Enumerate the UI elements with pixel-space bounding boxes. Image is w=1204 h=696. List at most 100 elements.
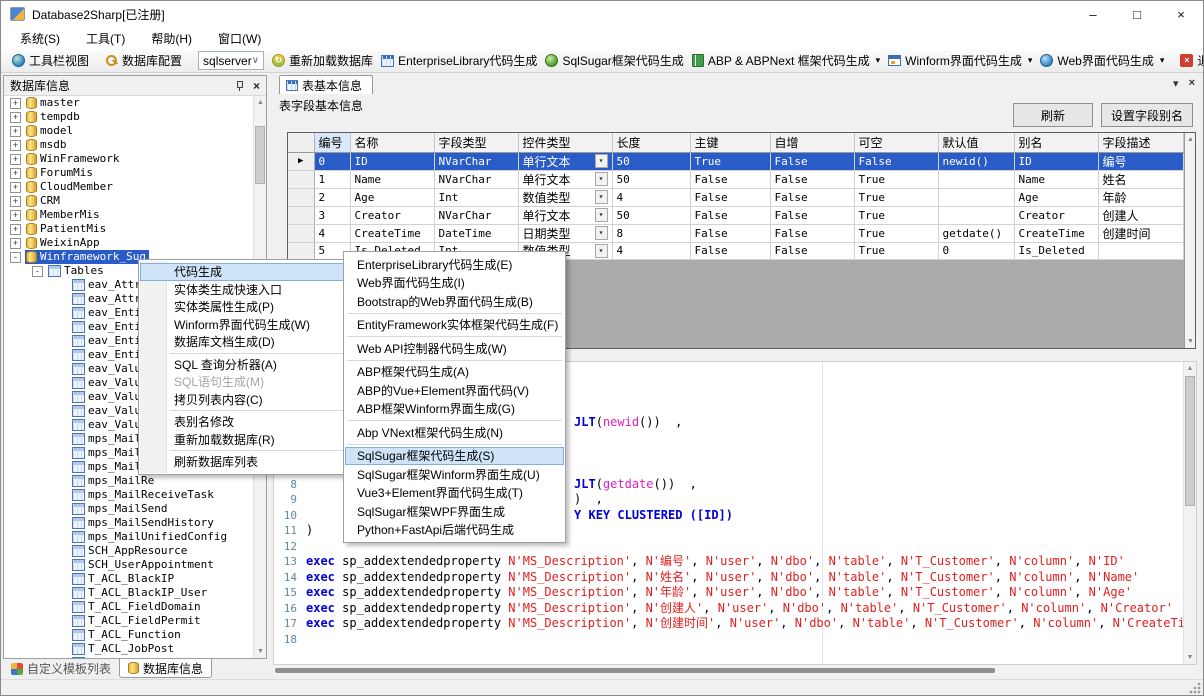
tree-node-table[interactable]: T_ACL_BlackIP_User xyxy=(4,586,253,600)
tree-node-table[interactable]: T_ACL_FieldDomain xyxy=(4,600,253,614)
submenu-item[interactable]: SqlSugar框架Winform界面生成(U) xyxy=(345,465,564,484)
grid-row[interactable]: 2AgeInt数值类型▾4FalseFalseTrueAge年龄 xyxy=(288,188,1183,206)
expander-icon[interactable]: - xyxy=(32,266,43,277)
grid-column-header[interactable]: 别名 xyxy=(1014,133,1098,152)
expander-icon[interactable]: + xyxy=(10,182,21,193)
tree-node-table[interactable]: SCH_AppResource xyxy=(4,544,253,558)
tab-database-info[interactable]: 数据库信息 xyxy=(119,659,212,678)
grid-column-header[interactable]: 自增 xyxy=(770,133,854,152)
combo-dropdown-icon[interactable]: ▾ xyxy=(595,154,608,168)
expander-icon[interactable]: + xyxy=(10,98,21,109)
set-field-alias-button[interactable]: 设置字段别名 xyxy=(1101,103,1193,127)
row-header[interactable] xyxy=(288,224,314,242)
submenu-item[interactable]: Bootstrap的Web界面代码生成(B) xyxy=(345,292,564,311)
tree-node-table[interactable]: T_ACL_JobPost xyxy=(4,642,253,656)
combo-dropdown-icon[interactable]: ▾ xyxy=(595,190,608,204)
scrollbar-thumb[interactable] xyxy=(255,126,265,184)
grid-row[interactable]: 1NameNVarChar单行文本▾50FalseFalseTrueName姓名 xyxy=(288,170,1183,188)
grid-column-header[interactable]: 名称 xyxy=(350,133,434,152)
row-header[interactable] xyxy=(288,170,314,188)
pin-icon[interactable] xyxy=(234,80,245,92)
expander-icon[interactable]: + xyxy=(10,196,21,207)
tree-node-db[interactable]: +ForumMis xyxy=(4,166,253,180)
tree-node-table[interactable]: mps_MailSend xyxy=(4,502,253,516)
toolbar-enterprise-button[interactable]: EnterpriseLibrary代码生成 xyxy=(377,50,541,71)
submenu-item[interactable]: SqlSugar框架代码生成(S) xyxy=(345,447,564,466)
grid-row[interactable]: 3CreatorNVarChar单行文本▾50FalseFalseTrueCre… xyxy=(288,206,1183,224)
tree-node-table[interactable]: mps_MailUnifiedConfig xyxy=(4,530,253,544)
tree-node-db[interactable]: +CloudMember xyxy=(4,180,253,194)
tree-node-table[interactable]: mps_MailRe xyxy=(4,474,253,488)
submenu-item[interactable]: SqlSugar框架WPF界面生成 xyxy=(345,502,564,521)
expander-icon[interactable]: - xyxy=(10,252,21,263)
refresh-button[interactable]: 刷新 xyxy=(1013,103,1093,127)
close-icon[interactable]: × xyxy=(253,80,260,92)
tree-node-table[interactable]: mps_MailSendHistory xyxy=(4,516,253,530)
submenu-item[interactable]: Vue3+Element界面代码生成(T) xyxy=(345,484,564,503)
scroll-down-icon[interactable]: ▼ xyxy=(1184,651,1196,664)
menubar-item[interactable]: 窗口(W) xyxy=(205,28,274,49)
row-header[interactable] xyxy=(288,242,314,259)
editor-vscrollbar[interactable]: ▲ ▼ xyxy=(1183,362,1196,664)
toolbar-sqlsugar-button[interactable]: SqlSugar框架代码生成 xyxy=(541,50,687,71)
scroll-up-icon[interactable]: ▲ xyxy=(1184,362,1196,375)
scroll-down-icon[interactable]: ▼ xyxy=(1185,335,1197,348)
combo-dropdown-icon[interactable]: ▾ xyxy=(595,226,608,240)
expander-icon[interactable]: + xyxy=(10,126,21,137)
tree-node-db[interactable]: +model xyxy=(4,124,253,138)
grid-column-header[interactable]: 主键 xyxy=(690,133,770,152)
toolbar-db-config-button[interactable]: 数据库配置 xyxy=(101,50,186,71)
menubar-item[interactable]: 系统(S) xyxy=(7,28,73,49)
grid-column-header[interactable]: 字段描述 xyxy=(1098,133,1183,152)
submenu-item[interactable]: EnterpriseLibrary代码生成(E) xyxy=(345,255,564,274)
submenu-item[interactable]: ABP框架Winform界面生成(G) xyxy=(345,400,564,419)
close-icon[interactable]: × xyxy=(1189,77,1195,90)
expander-icon[interactable]: + xyxy=(10,140,21,151)
grid-column-header[interactable]: 编号 xyxy=(314,133,350,152)
scrollbar-thumb[interactable] xyxy=(1185,376,1195,506)
grid-column-header[interactable]: 字段类型 xyxy=(434,133,518,152)
toolbar-web-button[interactable]: Web界面代码生成 ▾ xyxy=(1036,50,1168,71)
menubar-item[interactable]: 工具(T) xyxy=(73,28,138,49)
submenu-item[interactable]: Web界面代码生成(I) xyxy=(345,274,564,293)
grid-column-header[interactable]: 可空 xyxy=(854,133,938,152)
expander-icon[interactable]: + xyxy=(10,224,21,235)
editor-hscrollbar[interactable] xyxy=(273,665,1197,676)
scroll-up-icon[interactable]: ▲ xyxy=(254,96,267,109)
maximize-button[interactable]: □ xyxy=(1115,1,1159,27)
tree-node-db[interactable]: +MemberMis xyxy=(4,208,253,222)
grid-scrollbar[interactable]: ▲ ▼ xyxy=(1184,133,1196,348)
expander-icon[interactable]: + xyxy=(10,238,21,249)
expander-icon[interactable]: + xyxy=(10,112,21,123)
scroll-down-icon[interactable]: ▼ xyxy=(254,645,267,658)
combo-dropdown-icon[interactable]: ▾ xyxy=(595,208,608,222)
tree-node-db[interactable]: +CRM xyxy=(4,194,253,208)
row-header[interactable] xyxy=(288,188,314,206)
row-header[interactable] xyxy=(288,206,314,224)
expander-icon[interactable]: + xyxy=(10,154,21,165)
toolbar-abp-button[interactable]: ABP & ABPNext 框架代码生成 ▾ xyxy=(688,50,884,71)
tree-node-db[interactable]: +master xyxy=(4,96,253,110)
tree-node-table[interactable]: T_ACL_Function xyxy=(4,628,253,642)
menubar-item[interactable]: 帮助(H) xyxy=(138,28,205,49)
tree-node-table[interactable]: mps_MailReceiveTask xyxy=(4,488,253,502)
grid-row[interactable]: 4CreateTimeDateTime日期类型▾8FalseFalseTrueg… xyxy=(288,224,1183,242)
tree-node-table[interactable]: T_ACL_BlackIP xyxy=(4,572,253,586)
submenu-item[interactable]: EntityFramework实体框架代码生成(F) xyxy=(345,316,564,335)
minimize-button[interactable]: – xyxy=(1071,1,1115,27)
toolbar-winform-button[interactable]: Winform界面代码生成 ▾ xyxy=(884,50,1036,71)
toolbar-reload-button[interactable]: ↻ 重新加载数据库 xyxy=(268,50,377,71)
tree-node-db[interactable]: +WeixinApp xyxy=(4,236,253,250)
submenu-item[interactable]: ABP的Vue+Element界面代码(V) xyxy=(345,381,564,400)
database-type-select[interactable]: sqlserver ∨ xyxy=(198,51,264,70)
tree-node-table[interactable]: SCH_UserAppointment xyxy=(4,558,253,572)
tree-node-table[interactable]: T_ACL_LoginLog xyxy=(4,656,253,658)
resize-grip[interactable] xyxy=(1189,682,1201,694)
tree-node-db[interactable]: +msdb xyxy=(4,138,253,152)
scrollbar-thumb[interactable] xyxy=(275,668,995,673)
dock-menu-icon[interactable]: ▾ xyxy=(1173,77,1179,90)
close-button[interactable]: × xyxy=(1159,1,1203,27)
toolbar-view-button[interactable]: 工具栏视图 xyxy=(8,50,93,71)
grid-column-header[interactable]: 默认值 xyxy=(938,133,1014,152)
tree-node-db[interactable]: +PatientMis xyxy=(4,222,253,236)
